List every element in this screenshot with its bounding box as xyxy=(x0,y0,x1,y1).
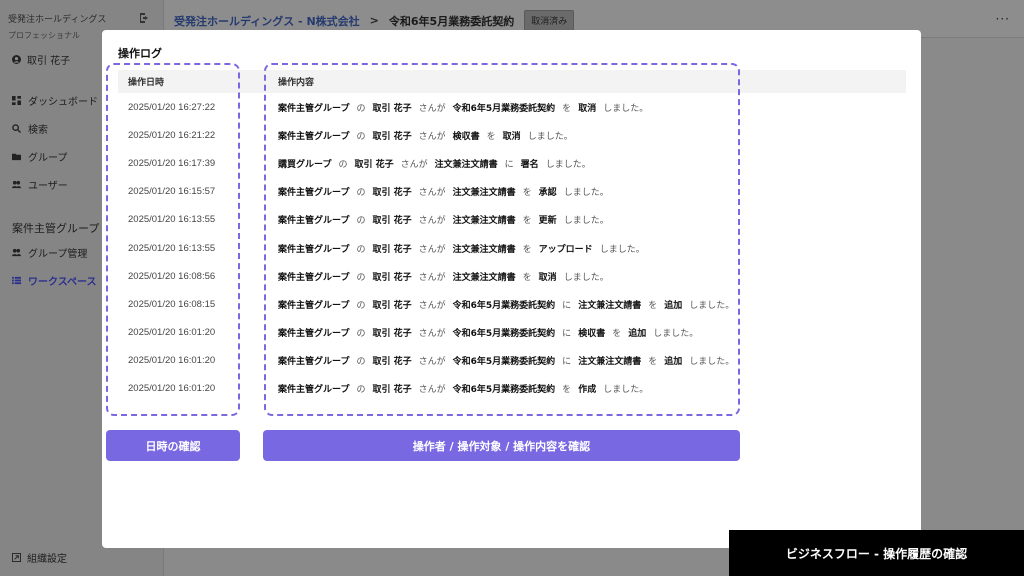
chevron-right-icon: > xyxy=(369,14,379,27)
check-content-button[interactable]: 操作者 / 操作対象 / 操作内容を確認 xyxy=(263,430,740,461)
breadcrumb: 受発注ホールディングス - N株式会社 > 令和6年5月業務委託契約 取消済み xyxy=(174,10,575,31)
search-icon xyxy=(12,123,21,133)
logout-icon[interactable] xyxy=(138,12,150,24)
folder-icon xyxy=(12,153,21,160)
nav-label: ワークスペース xyxy=(28,276,97,288)
check-date-button[interactable]: 日時の確認 xyxy=(106,430,240,461)
user-avatar-icon xyxy=(12,55,21,64)
modal-title: 操作ログ xyxy=(118,47,162,60)
date-column-highlight xyxy=(106,63,240,416)
status-badge: 取消済み xyxy=(524,10,575,31)
breadcrumb-link[interactable]: 受発注ホールディングス - N株式会社 xyxy=(174,13,360,29)
caption-banner: ビジネスフロー - 操作履歴の確認 xyxy=(729,530,1024,576)
group-section-title: 案件主管グループ xyxy=(12,222,100,235)
nav-label: 検索 xyxy=(28,124,48,136)
app-window: 受発注ホールディングス プロフェッショナル 取引 花子 ダッシュボード 検索 グ… xyxy=(0,0,1024,576)
users-icon xyxy=(12,248,21,256)
nav-label: ユーザー xyxy=(28,180,68,192)
list-icon xyxy=(12,276,21,284)
nav-label: グループ xyxy=(28,152,68,164)
dashboard-icon xyxy=(12,95,21,105)
nav-label: ダッシュボード xyxy=(28,96,98,108)
more-icon[interactable]: ··· xyxy=(996,12,1010,26)
user-profile[interactable]: 取引 花子 xyxy=(12,52,70,67)
org-settings-link[interactable]: 組織設定 xyxy=(12,550,67,565)
nav-label: グループ管理 xyxy=(28,248,88,260)
org-name[interactable]: 受発注ホールディングス xyxy=(8,12,106,25)
users-icon xyxy=(12,180,21,188)
user-name: 取引 花子 xyxy=(27,56,71,67)
external-link-icon xyxy=(12,553,21,562)
org-settings-label: 組織設定 xyxy=(27,554,67,565)
content-column-highlight xyxy=(264,63,740,416)
breadcrumb-current: 令和6年5月業務委託契約 xyxy=(388,14,515,28)
plan-label: プロフェッショナル xyxy=(8,31,80,40)
